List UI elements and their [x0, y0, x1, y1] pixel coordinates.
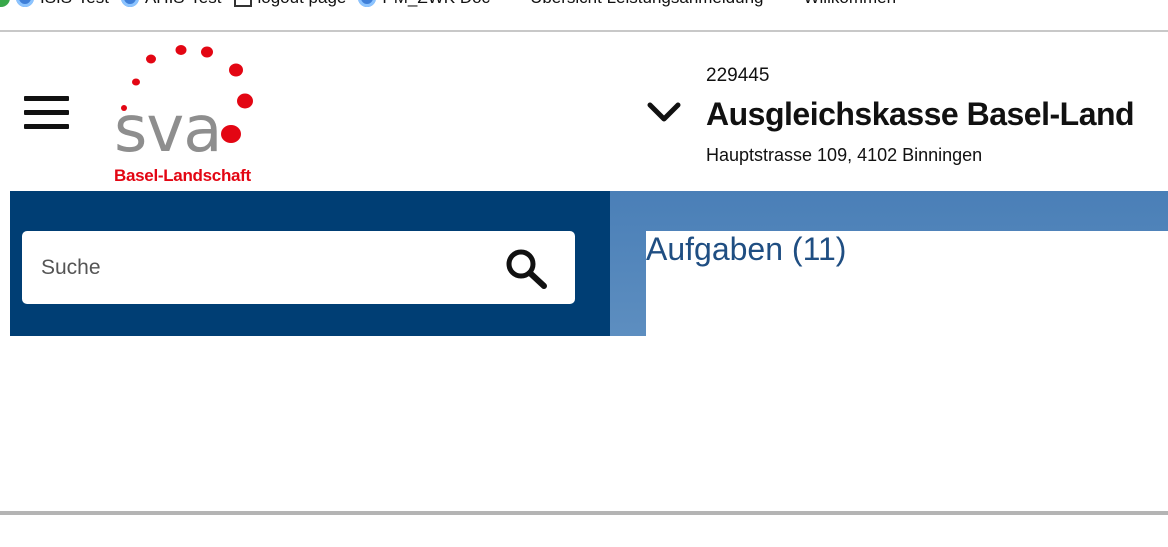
bookmark-label: Ubersicht Leistungsanmeldung: [530, 0, 763, 8]
hamburger-menu-icon[interactable]: [24, 96, 69, 132]
tasks-title[interactable]: Aufgaben (11): [646, 231, 846, 268]
org-name[interactable]: Ausgleichskasse Basel-Land: [706, 96, 1135, 133]
sidebar: [10, 191, 610, 336]
bookmark-label: AHIS-Test: [145, 0, 222, 8]
search-box: [22, 231, 575, 304]
org-id: 229445: [706, 65, 770, 86]
menu-bar: [24, 96, 69, 101]
bookmark-label: ISIS-Test: [40, 0, 109, 8]
logo-wordmark: sva: [114, 93, 222, 167]
ie-icon: [16, 0, 34, 7]
bookmark-label: logout page: [258, 0, 347, 8]
main-content: Aufgaben (11): [610, 191, 1168, 341]
logo-subtitle: Basel-Landschaft: [114, 166, 251, 185]
bookmark-label: PM_ZWK Doc: [382, 0, 490, 8]
divider: [0, 511, 1168, 515]
chevron-down-icon[interactable]: [646, 100, 682, 124]
search-icon[interactable]: [502, 247, 550, 291]
search-input[interactable]: [22, 231, 492, 304]
bookmark-item[interactable]: ISIS-Test: [0, 0, 109, 8]
sva-logo[interactable]: sva Basel-Landschaft: [106, 42, 284, 190]
app-window: ISIS-Test AHIS-Test logout page PM_ZWK D…: [0, 0, 1168, 547]
extension-icon: [0, 0, 10, 7]
sva-icon: [775, 0, 797, 3]
bookmarks-row: ISIS-Test AHIS-Test logout page PM_ZWK D…: [0, 0, 908, 13]
bookmark-label: Willkommen: [803, 0, 896, 8]
app-header: sva Basel-Landschaft 229445 Ausgleichska…: [0, 34, 1168, 191]
bookmark-item[interactable]: logout page: [233, 0, 347, 8]
bookmark-item[interactable]: AHIS-Test: [120, 0, 222, 8]
bookmark-item[interactable]: Ubersicht Leistungsanmeldung: [502, 0, 763, 8]
org-address: Hauptstrasse 109, 4102 Binningen: [706, 145, 983, 165]
bookmark-item[interactable]: PM_ZWK Doc: [358, 0, 490, 8]
page-icon: [233, 0, 252, 7]
sva-icon: [502, 0, 524, 3]
ie-icon: [120, 0, 139, 7]
menu-bar: [24, 124, 69, 129]
bookmarks-bar: ISIS-Test AHIS-Test logout page PM_ZWK D…: [0, 0, 1168, 32]
ie-icon: [358, 0, 377, 7]
menu-bar: [24, 110, 69, 115]
bookmark-item[interactable]: Willkommen: [775, 0, 896, 8]
